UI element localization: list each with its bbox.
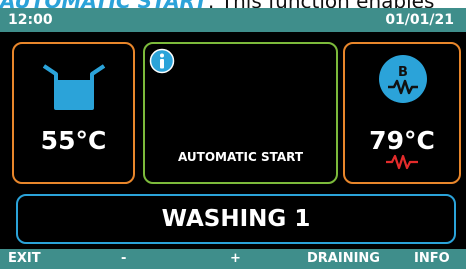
- info-button[interactable]: INFO: [414, 251, 450, 266]
- automatic-start-panel[interactable]: AUTOMATIC START: [143, 42, 338, 184]
- boiler-panel[interactable]: B 79°C: [343, 42, 461, 184]
- heater-active-icon: [386, 154, 418, 170]
- wash-tank-panel[interactable]: 55°C: [12, 42, 135, 184]
- clock-date: 01/01/21: [385, 12, 454, 28]
- boiler-badge-letter: B: [398, 65, 408, 80]
- wash-tank-temperature: 55°C: [40, 126, 107, 155]
- clock-time: 12:00: [8, 12, 53, 28]
- boiler-temperature: 79°C: [369, 126, 435, 155]
- plus-button[interactable]: +: [230, 251, 241, 266]
- softkey-bar: EXIT - + DRAINING INFO: [0, 249, 466, 269]
- automatic-start-label: AUTOMATIC START: [177, 150, 304, 164]
- control-panel-screen: 12:00 01/01/21 55°C AUTOMATIC START B 79…: [0, 8, 466, 269]
- minus-button[interactable]: -: [121, 251, 126, 266]
- draining-button[interactable]: DRAINING: [307, 251, 380, 266]
- info-icon[interactable]: [149, 48, 175, 74]
- heater-icon: B: [379, 55, 427, 103]
- exit-button[interactable]: EXIT: [8, 251, 41, 266]
- status-bar: 12:00 01/01/21: [0, 8, 466, 32]
- wash-tank-icon: [42, 64, 106, 110]
- program-display[interactable]: WASHING 1: [16, 194, 456, 244]
